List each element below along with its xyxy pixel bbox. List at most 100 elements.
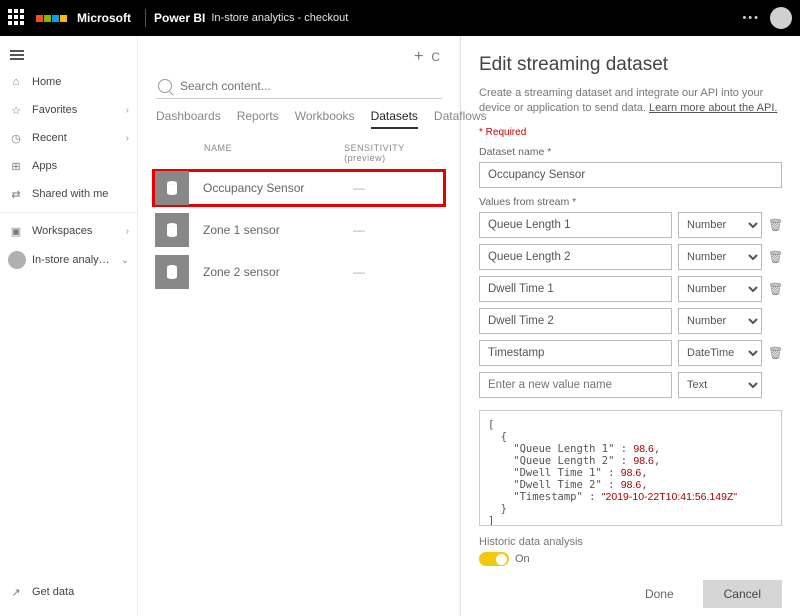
- dataset-name: Zone 2 sensor: [203, 265, 353, 279]
- dataset-row[interactable]: Zone 2 sensor—: [152, 253, 446, 291]
- chevron-right-icon: ›: [126, 133, 129, 144]
- clock-icon: ◷: [8, 130, 24, 146]
- get-data-link[interactable]: ↗ Get data: [0, 578, 137, 606]
- home-icon: ⌂: [8, 74, 24, 90]
- dataset-name: Zone 1 sensor: [203, 223, 353, 237]
- panel-description: Create a streaming dataset and integrate…: [479, 86, 782, 117]
- nav-label: Favorites: [32, 104, 77, 116]
- hamburger-icon[interactable]: [0, 42, 137, 68]
- microsoft-logo: [36, 15, 51, 22]
- export-icon: ↗: [8, 584, 24, 600]
- values-label: Values from stream *: [479, 196, 782, 208]
- nav-recent[interactable]: ◷ Recent ›: [0, 124, 137, 152]
- cancel-button[interactable]: Cancel: [703, 580, 782, 608]
- dataset-name-input[interactable]: [479, 162, 782, 188]
- value-name-input[interactable]: [479, 276, 672, 302]
- delete-icon[interactable]: 🗑: [768, 282, 782, 296]
- dataset-row[interactable]: Occupancy Sensor—: [152, 169, 446, 207]
- new-value-name-input[interactable]: [479, 372, 672, 398]
- share-icon: ⇄: [8, 186, 24, 202]
- nav-shared-with-me[interactable]: ⇄ Shared with me: [0, 180, 137, 208]
- microsoft-logo: [52, 15, 67, 22]
- tab-workbooks[interactable]: Workbooks: [295, 109, 355, 129]
- value-row: Number: [479, 308, 782, 334]
- value-type-select[interactable]: Number: [678, 276, 762, 302]
- star-icon: ☆: [8, 102, 24, 118]
- value-type-select[interactable]: DateTime: [678, 340, 762, 366]
- database-icon: [155, 171, 189, 205]
- nav-label: Home: [32, 76, 61, 88]
- nav-label: Workspaces: [32, 225, 92, 237]
- more-icon[interactable]: •••: [742, 12, 760, 24]
- required-legend: * Required: [479, 127, 782, 138]
- database-icon: [155, 213, 189, 247]
- dataset-name-label: Dataset name *: [479, 146, 782, 158]
- tab-dataflows[interactable]: Dataflows: [434, 109, 487, 129]
- value-name-input[interactable]: [479, 340, 672, 366]
- search-box[interactable]: [156, 74, 442, 99]
- divider: [145, 9, 146, 27]
- nav-workspaces[interactable]: ▣ Workspaces ›: [0, 217, 137, 245]
- value-type-select[interactable]: Number: [678, 308, 762, 334]
- value-type-select[interactable]: Number: [678, 212, 762, 238]
- create-label: C: [431, 50, 440, 64]
- toggle-state: On: [515, 553, 530, 565]
- value-row: Number 🗑: [479, 212, 782, 238]
- value-row: DateTime 🗑: [479, 340, 782, 366]
- new-value-type-select[interactable]: Text: [678, 372, 762, 398]
- dataset-sensitivity: —: [353, 181, 365, 195]
- delete-icon[interactable]: 🗑: [768, 346, 782, 360]
- app-launcher-icon[interactable]: [8, 9, 26, 27]
- chevron-down-icon: ⌄: [121, 255, 129, 266]
- value-type-select[interactable]: Number: [678, 244, 762, 270]
- tab-dashboards[interactable]: Dashboards: [156, 109, 221, 129]
- col-sensitivity: SENSITIVITY (preview): [344, 143, 442, 163]
- product-name: Power BI: [154, 11, 205, 25]
- tab-datasets[interactable]: Datasets: [371, 109, 418, 129]
- column-headers: NAME SENSITIVITY (preview): [152, 135, 446, 169]
- database-icon: [155, 255, 189, 289]
- delete-icon[interactable]: 🗑: [768, 250, 782, 264]
- learn-more-link[interactable]: Learn more about the API.: [649, 102, 777, 114]
- user-avatar[interactable]: [770, 7, 792, 29]
- chevron-right-icon: ›: [126, 226, 129, 237]
- workspace-avatar: [8, 251, 26, 269]
- workspace-name: In-store analytics -…: [32, 254, 112, 266]
- create-button[interactable]: +: [414, 48, 423, 66]
- content-tabs: DashboardsReportsWorkbooksDatasetsDatafl…: [152, 109, 446, 135]
- done-button[interactable]: Done: [624, 580, 695, 608]
- value-name-input[interactable]: [479, 308, 672, 334]
- nav-rail: ⌂ Home ☆ Favorites › ◷ Recent › ⊞Apps ⇄ Shared wit…: [0, 36, 138, 616]
- historic-label: Historic data analysis: [479, 536, 782, 548]
- nav-label: Shared with me: [32, 188, 108, 200]
- current-workspace[interactable]: In-store analytics -… ⌄: [0, 245, 137, 275]
- dataset-row[interactable]: Zone 1 sensor—: [152, 211, 446, 249]
- chevron-right-icon: ›: [126, 105, 129, 116]
- value-name-input[interactable]: [479, 212, 672, 238]
- col-name: NAME: [204, 143, 344, 163]
- sample-json: [ { "Queue Length 1" : 98.6, "Queue Leng…: [479, 410, 782, 526]
- historic-toggle[interactable]: [479, 552, 509, 566]
- edit-dataset-panel: Edit streaming dataset Create a streamin…: [460, 36, 800, 616]
- value-row: Number 🗑: [479, 244, 782, 270]
- nav-label: Recent: [32, 132, 67, 144]
- panel-title: Edit streaming dataset: [479, 54, 782, 76]
- workspaces-icon: ▣: [8, 223, 24, 239]
- tab-reports[interactable]: Reports: [237, 109, 279, 129]
- dataset-list: Occupancy Sensor—Zone 1 sensor—Zone 2 se…: [152, 169, 446, 291]
- dataset-name: Occupancy Sensor: [203, 181, 353, 195]
- global-header: Microsoft Power BI In-store analytics - …: [0, 0, 800, 36]
- page-subtitle: In-store analytics - checkout: [211, 12, 348, 24]
- search-input[interactable]: [178, 78, 440, 94]
- search-icon: [158, 79, 172, 93]
- value-row: Number 🗑: [479, 276, 782, 302]
- nav-apps[interactable]: ⊞Apps: [0, 152, 137, 180]
- nav-home[interactable]: ⌂ Home: [0, 68, 137, 96]
- brand-name: Microsoft: [77, 11, 131, 25]
- delete-icon[interactable]: 🗑: [768, 218, 782, 232]
- nav-favorites[interactable]: ☆ Favorites ›: [0, 96, 137, 124]
- value-name-input[interactable]: [479, 244, 672, 270]
- main-content: + C DashboardsReportsWorkbooksDatasetsDa…: [138, 36, 460, 616]
- new-value-row: Text: [479, 372, 782, 398]
- apps-icon: ⊞: [8, 158, 24, 174]
